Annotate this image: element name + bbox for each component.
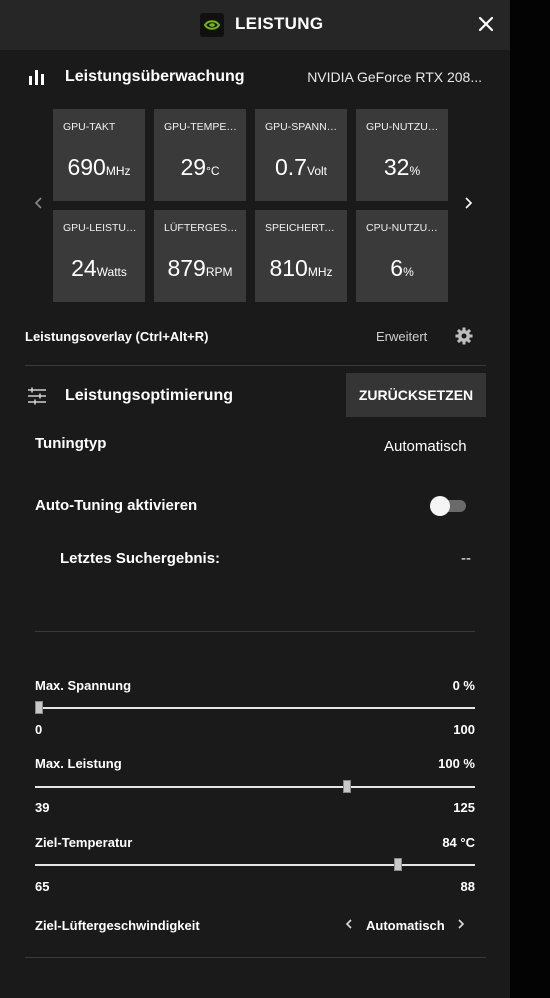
background-strip [510,0,550,998]
max-voltage-slider[interactable] [35,701,475,715]
metric-value: 6 [390,255,404,281]
metric-unit: Volt [306,164,327,178]
metric-label: LÜFTERGESCHWINDIGKEIT [164,222,240,234]
chevron-right-icon[interactable] [458,196,478,216]
performance-panel: LEISTUNG Leistungsüberwachung NVIDIA GeF… [0,0,510,998]
window-title: LEISTUNG [235,14,324,33]
max-power-value: 100 % [438,756,475,771]
metric-label: GPU-NUTZUNG [366,121,442,133]
metric-label: GPU-SPANNUNG [265,121,341,133]
slider-thumb[interactable] [394,858,403,871]
metric-tile-cpu-usage: CPU-NUTZUNG 6% [356,210,448,302]
max-power-max: 125 [453,800,475,815]
metric-unit: Watts [96,265,127,279]
title-bar: LEISTUNG [0,0,510,50]
metric-unit: MHz [105,164,131,178]
metric-value: 810 [269,255,308,281]
target-temp-min: 65 [35,879,50,894]
target-temp-label: Ziel-Temperatur [35,835,133,850]
sliders-icon [27,386,47,406]
metric-value: 0.7 [275,154,307,180]
metric-label: SPEICHERTAKT [265,222,341,234]
bar-chart-icon [27,67,47,87]
metric-tile-gpu-usage: GPU-NUTZUNG 32% [356,109,448,201]
metric-value: 690 [67,154,106,180]
metric-unit: °C [206,164,220,178]
metric-value: 29 [180,154,207,180]
slider-track [35,864,475,866]
metric-value: 879 [167,255,206,281]
metric-label: GPU-LEISTUNG [63,222,139,234]
metric-tile-gpu-temperature: GPU-TEMPERATUR 29°C [154,109,246,201]
tuning-type-label: Tuningtyp [35,435,107,452]
overlay-label: Leistungsoverlay (Ctrl+Alt+R) [25,329,209,344]
metric-value: 32 [383,154,410,180]
fan-target-label: Ziel-Lüftergeschwindigkeit [35,918,200,933]
monitoring-header: Leistungsüberwachung NVIDIA GeForce RTX … [0,57,510,97]
advanced-link[interactable]: Erweitert [376,329,427,344]
divider [25,957,486,958]
target-temp-max: 88 [460,879,475,894]
auto-tuning-toggle[interactable] [430,496,466,516]
gpu-name[interactable]: NVIDIA GeForce RTX 208... [307,69,482,85]
metric-tile-gpu-voltage: GPU-SPANNUNG 0.7Volt [255,109,347,201]
last-result-value: -- [461,550,471,567]
chevron-left-icon[interactable] [344,917,354,934]
max-voltage-label: Max. Spannung [35,678,132,693]
tuning-title: Leistungsoptimierung [65,387,233,404]
last-result-label: Letztes Suchergebnis: [60,550,221,567]
metric-label: GPU-TEMPERATUR [164,121,240,133]
reset-button[interactable]: ZURÜCKSETZEN [346,373,486,417]
monitoring-title: Leistungsüberwachung [65,68,245,85]
metric-tile-gpu-power: GPU-LEISTUNG 24Watts [53,210,145,302]
divider [25,365,486,366]
max-voltage-value: 0 % [452,678,475,693]
max-voltage-min: 0 [35,722,43,737]
target-temp-slider[interactable] [35,858,475,872]
auto-tuning-label: Auto-Tuning aktivieren [35,497,198,514]
max-power-label: Max. Leistung [35,756,122,771]
close-icon[interactable] [475,13,497,35]
metric-tile-memory-clock: SPEICHERTAKT 810MHz [255,210,347,302]
metric-label: CPU-NUTZUNG [366,222,442,234]
tuning-type-value[interactable]: Automatisch [384,438,467,455]
metric-unit: % [403,265,414,279]
metric-unit: % [409,164,421,178]
metric-unit: MHz [307,265,333,279]
slider-thumb[interactable] [35,701,44,714]
chevron-left-icon[interactable] [29,196,49,216]
max-voltage-max: 100 [453,722,475,737]
max-power-min: 39 [35,800,50,815]
target-temp-value: 84 °C [442,835,475,850]
slider-thumb[interactable] [343,780,352,793]
metric-tile-fan-speed: LÜFTERGESCHWINDIGKEIT 879RPM [154,210,246,302]
chevron-right-icon[interactable] [456,917,466,934]
divider [35,631,475,632]
metric-unit: RPM [205,265,233,279]
max-power-slider[interactable] [35,780,475,794]
toggle-knob [430,496,450,516]
nvidia-logo-icon [200,13,224,37]
metric-label: GPU-TAKT [63,121,116,133]
slider-track [35,707,475,709]
fan-target-value: Automatisch [366,918,445,933]
metric-tile-gpu-clock: GPU-TAKT 690MHz [53,109,145,201]
slider-track [35,786,475,788]
gear-icon[interactable] [454,326,474,346]
metric-value: 24 [71,255,97,281]
